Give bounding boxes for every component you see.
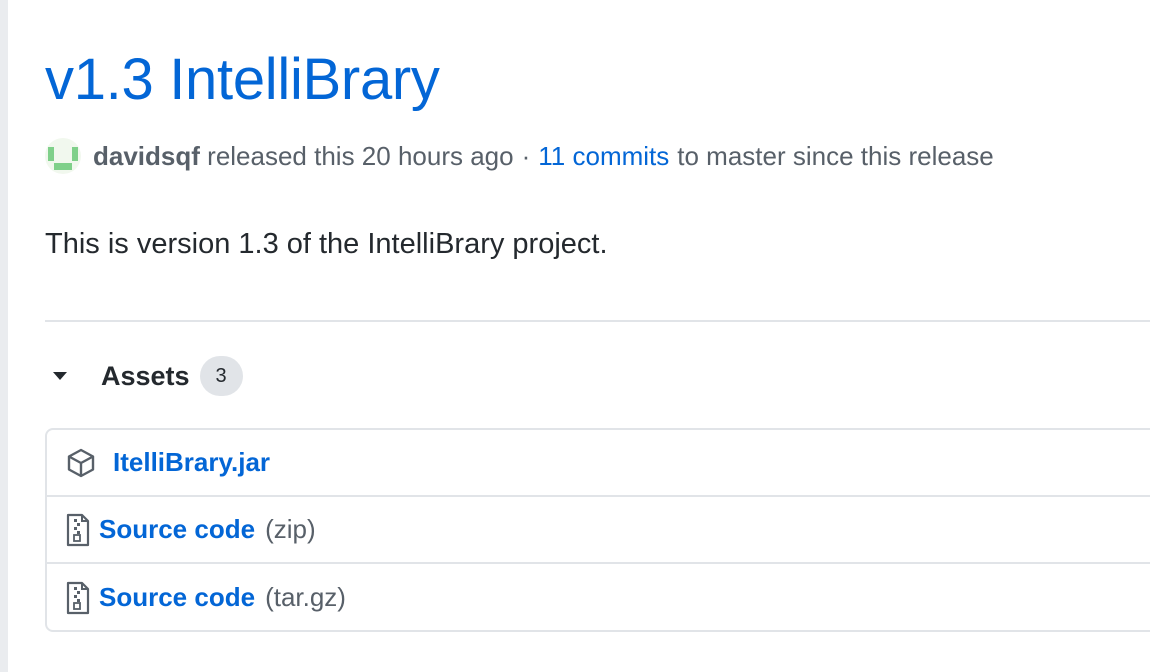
asset-link-targz[interactable]: Source code bbox=[99, 582, 255, 613]
assets-toggle[interactable]: Assets 3 bbox=[45, 356, 243, 396]
package-icon bbox=[65, 447, 97, 479]
assets-count-badge: 3 bbox=[199, 356, 243, 396]
commits-suffix: to master since this release bbox=[677, 140, 994, 171]
assets-label: Assets bbox=[101, 360, 190, 391]
divider bbox=[45, 320, 1150, 322]
released-text: released this 20 hours ago bbox=[207, 140, 514, 171]
asset-row-zip: Source code (zip) bbox=[47, 497, 1150, 564]
asset-row-jar: ItelliBrary.jar bbox=[47, 430, 1150, 497]
asset-ext-targz: (tar.gz) bbox=[265, 582, 346, 612]
author-link[interactable]: davidsqf bbox=[93, 141, 200, 172]
commits-link[interactable]: 11 commits bbox=[538, 141, 669, 172]
file-zip-icon bbox=[65, 513, 91, 547]
release-description: This is version 1.3 of the IntelliBrary … bbox=[45, 228, 608, 260]
release-title[interactable]: v1.3 IntelliBrary bbox=[45, 42, 440, 118]
assets-list: ItelliBrary.jar Source code (zip) Source… bbox=[45, 428, 1150, 632]
left-border bbox=[0, 0, 8, 672]
meta-separator: · bbox=[521, 140, 531, 171]
asset-ext-zip: (zip) bbox=[265, 514, 316, 544]
asset-row-targz: Source code (tar.gz) bbox=[47, 564, 1150, 631]
asset-link-zip[interactable]: Source code bbox=[99, 514, 255, 545]
caret-down-icon bbox=[53, 372, 67, 380]
release-meta: davidsqf released this 20 hours ago · 11… bbox=[45, 136, 994, 176]
file-zip-icon bbox=[65, 581, 91, 615]
asset-link-jar[interactable]: ItelliBrary.jar bbox=[113, 447, 270, 478]
avatar[interactable] bbox=[45, 138, 81, 174]
